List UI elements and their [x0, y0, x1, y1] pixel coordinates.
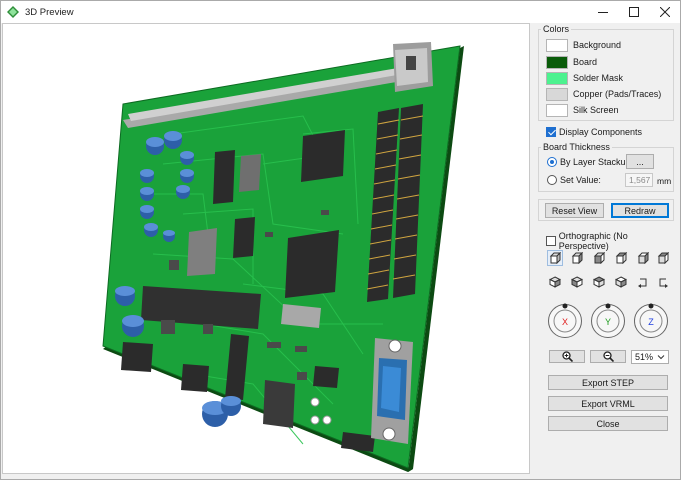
silk-screen-swatch[interactable]: [546, 103, 568, 117]
rotate-right-icon[interactable]: [655, 274, 671, 290]
pcb-3d-render: [102, 42, 464, 472]
by-layer-stackup-radio[interactable]: By Layer Stackup: [547, 157, 631, 167]
close-window-button[interactable]: [649, 1, 680, 23]
view-actions-group: Reset View Redraw: [538, 199, 674, 221]
chevron-down-icon: [657, 355, 665, 360]
color-row-copper[interactable]: Copper (Pads/Traces): [546, 87, 661, 101]
silk-screen-label: Silk Screen: [573, 105, 619, 115]
reset-view-button[interactable]: Reset View: [545, 203, 604, 218]
solder-mask-swatch[interactable]: [546, 71, 568, 85]
app-icon: [7, 6, 19, 18]
set-value-radio[interactable]: Set Value:: [547, 175, 601, 185]
preview-window: 3D Preview Colors Background Board Solde…: [0, 0, 681, 480]
checkbox-box[interactable]: [546, 236, 556, 246]
view-bottom-icon[interactable]: [655, 250, 671, 266]
set-value-label: Set Value:: [560, 175, 601, 185]
solder-mask-label: Solder Mask: [573, 73, 624, 83]
rotate-left-icon[interactable]: [635, 274, 651, 290]
z-axis-rotation-dial[interactable]: Z: [633, 303, 669, 339]
radio-dot[interactable]: [547, 157, 557, 167]
board-thickness-group: Board Thickness By Layer Stackup ... Set…: [538, 142, 674, 192]
zoom-out-icon: [602, 351, 614, 362]
color-row-solder-mask[interactable]: Solder Mask: [546, 71, 623, 85]
export-step-button[interactable]: Export STEP: [548, 375, 668, 390]
settings-panel: Colors Background Board Solder Mask Copp…: [538, 23, 676, 473]
close-button[interactable]: Close: [548, 416, 668, 431]
x-axis-rotation-dial[interactable]: X: [547, 303, 583, 339]
copper-swatch[interactable]: [546, 87, 568, 101]
redraw-button[interactable]: Redraw: [611, 203, 669, 218]
title-bar: 3D Preview: [1, 1, 680, 23]
background-swatch[interactable]: [546, 38, 568, 52]
display-components-checkbox[interactable]: Display Components: [546, 127, 642, 137]
view-iso2-icon[interactable]: [569, 274, 585, 290]
checkbox-box[interactable]: [546, 127, 556, 137]
color-row-background[interactable]: Background: [546, 38, 621, 52]
color-row-board[interactable]: Board: [546, 55, 597, 69]
view-front-icon[interactable]: [547, 250, 563, 266]
zoom-in-button[interactable]: [549, 350, 585, 363]
window-title: 3D Preview: [25, 6, 74, 18]
color-row-silk-screen[interactable]: Silk Screen: [546, 103, 619, 117]
layer-stackup-browse-button[interactable]: ...: [626, 154, 654, 169]
orthographic-label: Orthographic (No Perspective): [558, 231, 628, 251]
display-components-label: Display Components: [559, 127, 643, 137]
minimize-icon: [597, 12, 608, 13]
by-layer-stackup-label: By Layer Stackup: [560, 157, 631, 167]
board-swatch[interactable]: [546, 55, 568, 69]
3d-viewport[interactable]: [2, 23, 530, 474]
board-thickness-legend: Board Thickness: [541, 142, 612, 152]
y-axis-label: Y: [605, 317, 611, 327]
colors-legend: Colors: [541, 24, 572, 34]
radio-dot[interactable]: [547, 175, 557, 185]
view-back-icon[interactable]: [569, 250, 585, 266]
view-right-icon[interactable]: [613, 250, 629, 266]
minimize-button[interactable]: [587, 1, 618, 23]
close-icon: [659, 7, 670, 17]
export-vrml-button[interactable]: Export VRML: [548, 396, 668, 411]
maximize-button[interactable]: [618, 1, 649, 23]
colors-group: Colors Background Board Solder Mask Copp…: [538, 24, 674, 121]
z-axis-label: Z: [648, 317, 654, 327]
view-top-icon[interactable]: [635, 250, 651, 266]
orthographic-checkbox[interactable]: Orthographic (No Perspective): [546, 231, 676, 251]
background-label: Background: [573, 40, 622, 50]
x-axis-label: X: [562, 317, 568, 327]
zoom-in-icon: [561, 351, 573, 362]
view-iso3-icon[interactable]: [591, 274, 607, 290]
maximize-icon: [628, 7, 639, 17]
view-iso1-icon[interactable]: [547, 274, 563, 290]
view-left-icon[interactable]: [591, 250, 607, 266]
view-iso4-icon[interactable]: [613, 274, 629, 290]
y-axis-rotation-dial[interactable]: Y: [590, 303, 626, 339]
thickness-unit: mm: [657, 176, 672, 186]
board-label: Board: [573, 57, 598, 67]
thickness-value-input[interactable]: 1,567: [625, 173, 653, 187]
copper-label: Copper (Pads/Traces): [573, 89, 662, 99]
zoom-level-select[interactable]: 51%: [631, 350, 669, 364]
zoom-level-value: 51%: [635, 352, 654, 362]
zoom-out-button[interactable]: [590, 350, 626, 363]
